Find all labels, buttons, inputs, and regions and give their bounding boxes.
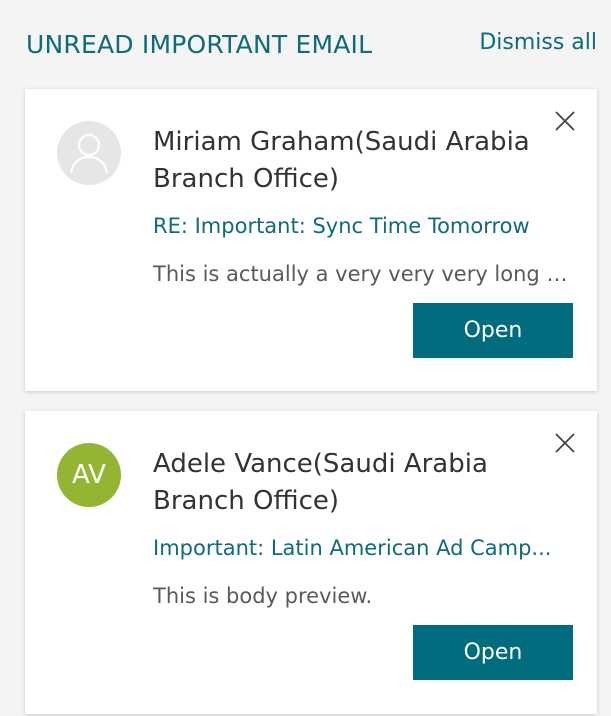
open-button[interactable]: Open [413,625,573,680]
person-placeholder-icon [58,122,120,184]
email-card: Miriam Graham(Saudi Arabia Branch Office… [25,89,597,391]
notification-header: UNREAD IMPORTANT EMAIL Dismiss all [0,0,611,90]
avatar: AV [57,443,121,507]
sender-name: Miriam Graham(Saudi Arabia Branch Office… [153,127,530,194]
body-preview: This is body preview. [153,584,373,608]
email-subject[interactable]: Important: Latin American Ad Camp... [153,536,573,560]
sender-name: Adele Vance(Saudi Arabia Branch Office) [153,449,488,516]
email-card: AV Adele Vance(Saudi Arabia Branch Offic… [25,411,597,714]
body-preview: This is actually a very very very long b… [153,262,573,286]
email-subject[interactable]: RE: Important: Sync Time Tomorrow [153,214,573,238]
page-title: UNREAD IMPORTANT EMAIL [26,30,373,59]
close-icon[interactable] [553,109,577,133]
dismiss-all-link[interactable]: Dismiss all [479,30,597,55]
close-icon[interactable] [553,431,577,455]
open-button[interactable]: Open [413,303,573,358]
avatar [57,121,121,185]
